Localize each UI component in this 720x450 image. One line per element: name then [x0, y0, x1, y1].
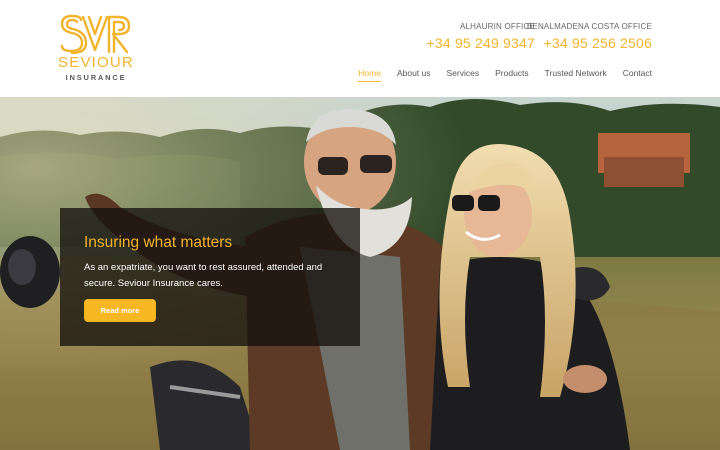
- hero-text: As an expatriate, you want to rest assur…: [84, 262, 323, 289]
- nav-contact[interactable]: Contact: [623, 68, 652, 82]
- nav-about-us[interactable]: About us: [397, 68, 431, 82]
- nav-services[interactable]: Services: [447, 68, 480, 82]
- hero-banner: Insuring what matters As an expatriate, …: [0, 97, 720, 450]
- nav-trusted-network[interactable]: Trusted Network: [545, 68, 607, 82]
- hero-title: Insuring what matters: [84, 234, 233, 251]
- office-label: BENALMADENA COSTA OFFICE: [526, 22, 652, 31]
- office-alhaurin: ALHAURIN OFFICE +34 95 249 9347: [427, 22, 536, 51]
- office-phone-link[interactable]: +34 95 256 2506: [527, 35, 652, 51]
- hero-caption-box: Insuring what matters As an expatriate, …: [60, 208, 360, 346]
- office-benalmadena: BENALMADENA COSTA OFFICE +34 95 256 2506: [527, 22, 652, 51]
- site-header: SEVIOUR INSURANCE ALHAURIN OFFICE +34 95…: [0, 0, 720, 97]
- nav-products[interactable]: Products: [495, 68, 529, 82]
- main-nav: Home About us Services Products Trusted …: [342, 68, 652, 82]
- nav-home[interactable]: Home: [358, 68, 381, 82]
- svr-logo-icon: [60, 14, 131, 54]
- office-label: ALHAURIN OFFICE: [459, 22, 535, 31]
- site-logo[interactable]: SEVIOUR INSURANCE: [58, 14, 134, 84]
- read-more-button[interactable]: Read more: [84, 299, 156, 322]
- brand-name: SEVIOUR: [58, 54, 134, 71]
- brand-tagline: INSURANCE: [65, 73, 127, 82]
- office-phone-link[interactable]: +34 95 249 9347: [427, 35, 536, 51]
